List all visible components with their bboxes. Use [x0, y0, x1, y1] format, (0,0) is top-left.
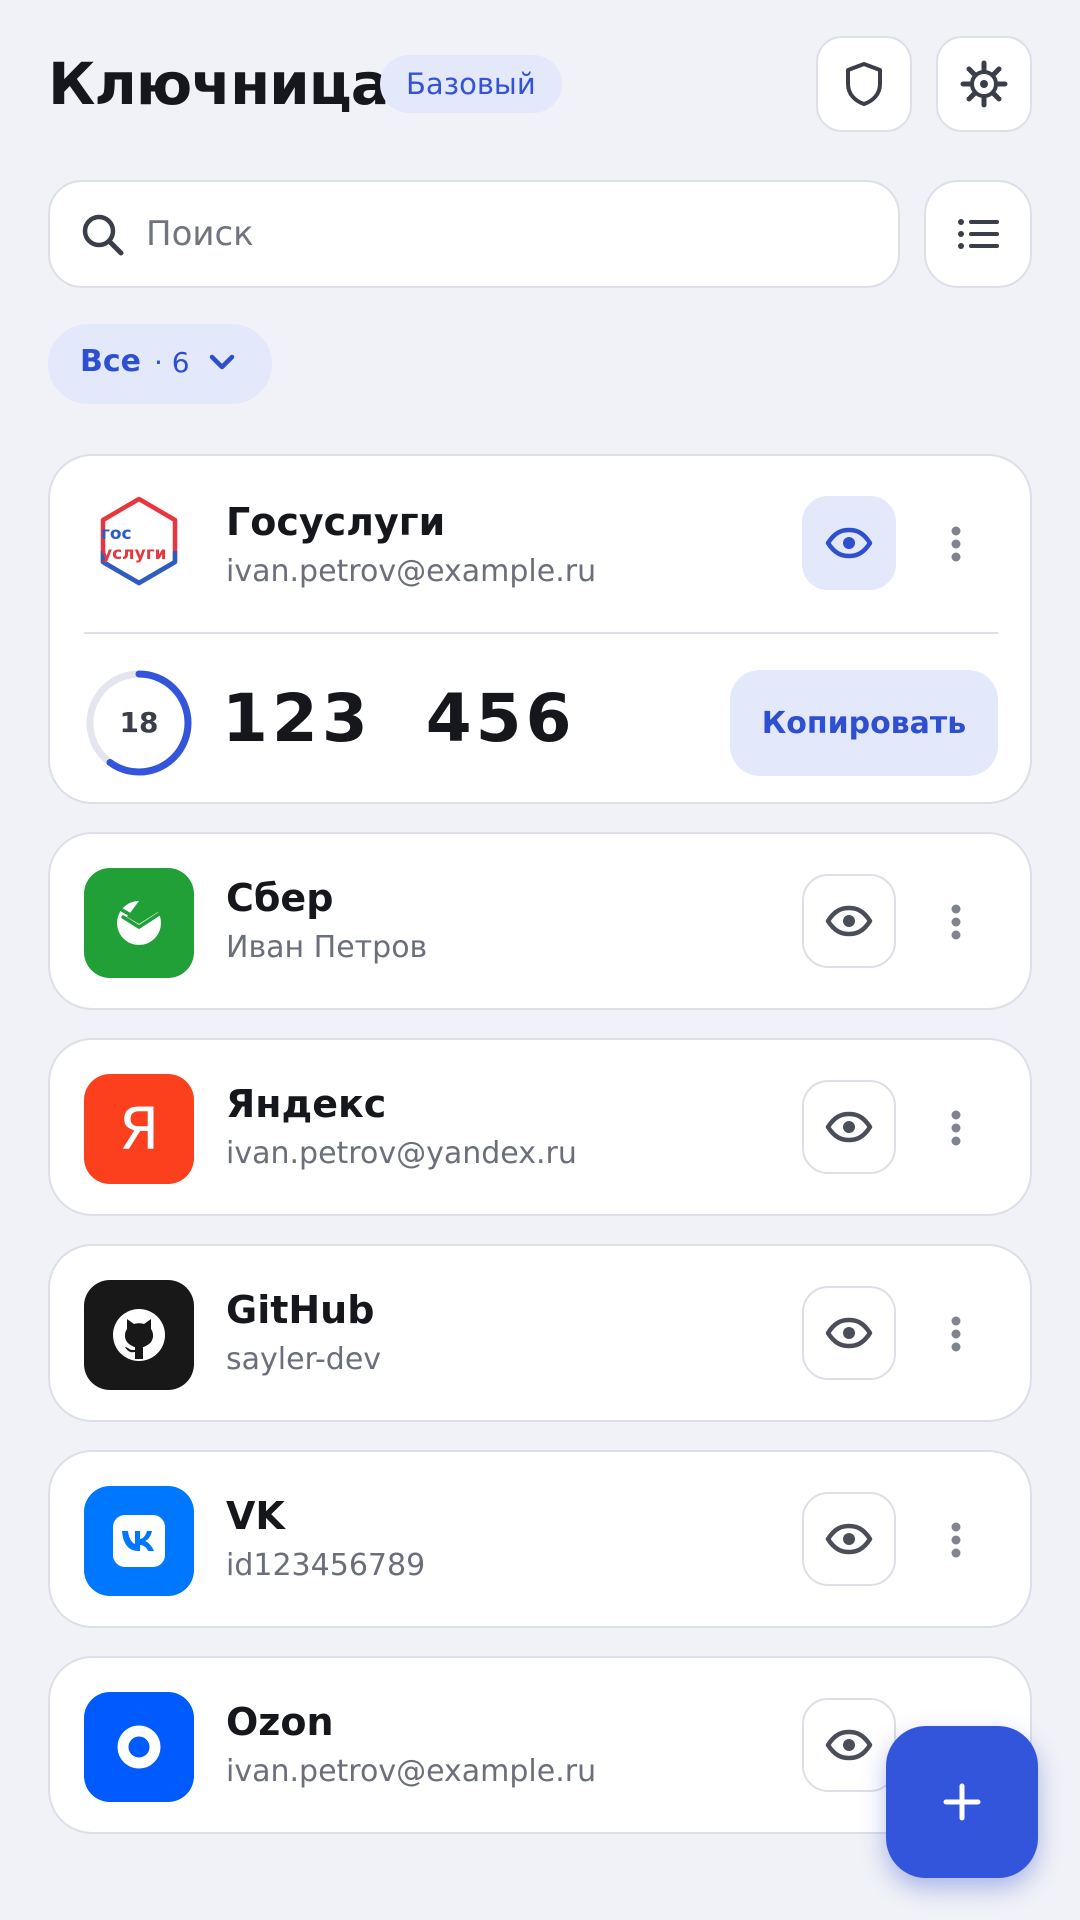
ozon-icon [84, 1692, 194, 1802]
account-card[interactable]: Я Яндекс ivan.petrov@yandex.ru [48, 1038, 1032, 1216]
account-name: Госуслуги [226, 500, 446, 544]
show-code-button[interactable] [802, 496, 896, 590]
gear-icon [960, 60, 1008, 108]
account-card[interactable]: Сбер Иван Петров [48, 832, 1032, 1010]
account-login: Иван Петров [226, 930, 428, 965]
account-name: Ozon [226, 1700, 334, 1744]
more-vertical-icon [951, 1110, 961, 1146]
show-code-button[interactable] [802, 1286, 896, 1380]
filter-dropdown[interactable]: Все · 6 [48, 324, 272, 404]
yandex-logo: Я [84, 1074, 194, 1184]
gosuslugi-logo: гос услуги [84, 486, 194, 596]
show-code-button[interactable] [802, 1492, 896, 1586]
settings-button[interactable] [936, 36, 1032, 132]
account-login: ivan.petrov@example.ru [226, 1754, 597, 1789]
add-account-button[interactable] [886, 1726, 1038, 1878]
security-button[interactable] [816, 36, 912, 132]
account-login: ivan.petrov@example.ru [226, 554, 597, 589]
account-card[interactable]: гос услуги Госуслуги ivan.petrov@example… [48, 454, 1032, 804]
svg-text:услуги: услуги [101, 544, 167, 564]
search-bar[interactable] [48, 180, 900, 288]
account-login: sayler-dev [226, 1342, 382, 1377]
eye-icon [825, 1523, 873, 1555]
show-code-button[interactable] [802, 1698, 896, 1792]
eye-icon [825, 1317, 873, 1349]
eye-icon [825, 1729, 873, 1761]
account-name: Сбер [226, 876, 334, 920]
account-login: ivan.petrov@yandex.ru [226, 1136, 577, 1171]
more-options-button[interactable] [934, 892, 978, 952]
plus-icon [943, 1783, 981, 1821]
account-card[interactable]: VK id123456789 [48, 1450, 1032, 1628]
sber-icon [84, 868, 194, 978]
account-name: Яндекс [226, 1082, 387, 1126]
svg-text:гос: гос [101, 524, 132, 544]
filter-count: · 6 [154, 346, 190, 379]
filter-label: Все [80, 344, 141, 379]
show-code-button[interactable] [802, 874, 896, 968]
more-options-button[interactable] [934, 514, 978, 574]
search-icon [82, 214, 124, 256]
search-input[interactable] [146, 204, 866, 264]
otp-timer: 18 [84, 668, 194, 778]
eye-icon [825, 1111, 873, 1143]
view-toggle-button[interactable] [924, 180, 1032, 288]
card-divider [84, 632, 998, 634]
app-title: Ключница [48, 50, 390, 118]
more-options-button[interactable] [934, 1510, 978, 1570]
otp-seconds: 18 [119, 706, 159, 739]
github-icon [84, 1280, 194, 1390]
more-vertical-icon [951, 1316, 961, 1352]
more-vertical-icon [951, 1522, 961, 1558]
more-options-button[interactable] [934, 1304, 978, 1364]
eye-icon [825, 905, 873, 937]
show-code-button[interactable] [802, 1080, 896, 1174]
otp-code: 123 456 [222, 680, 576, 757]
account-login: id123456789 [226, 1548, 426, 1583]
vk-icon [84, 1486, 194, 1596]
account-name: VK [226, 1494, 285, 1538]
more-vertical-icon [951, 904, 961, 940]
plan-badge[interactable]: Базовый [380, 55, 562, 113]
chevron-down-icon [209, 354, 235, 370]
shield-icon [846, 62, 882, 106]
list-icon [958, 219, 999, 249]
account-name: GitHub [226, 1288, 375, 1332]
more-vertical-icon [951, 526, 961, 562]
copy-button[interactable]: Копировать [730, 670, 998, 776]
more-options-button[interactable] [934, 1098, 978, 1158]
eye-icon [825, 527, 873, 559]
account-card[interactable]: GitHub sayler-dev [48, 1244, 1032, 1422]
account-card[interactable]: Ozon ivan.petrov@example.ru [48, 1656, 1032, 1834]
app-header: Ключница Базовый [48, 36, 1032, 132]
